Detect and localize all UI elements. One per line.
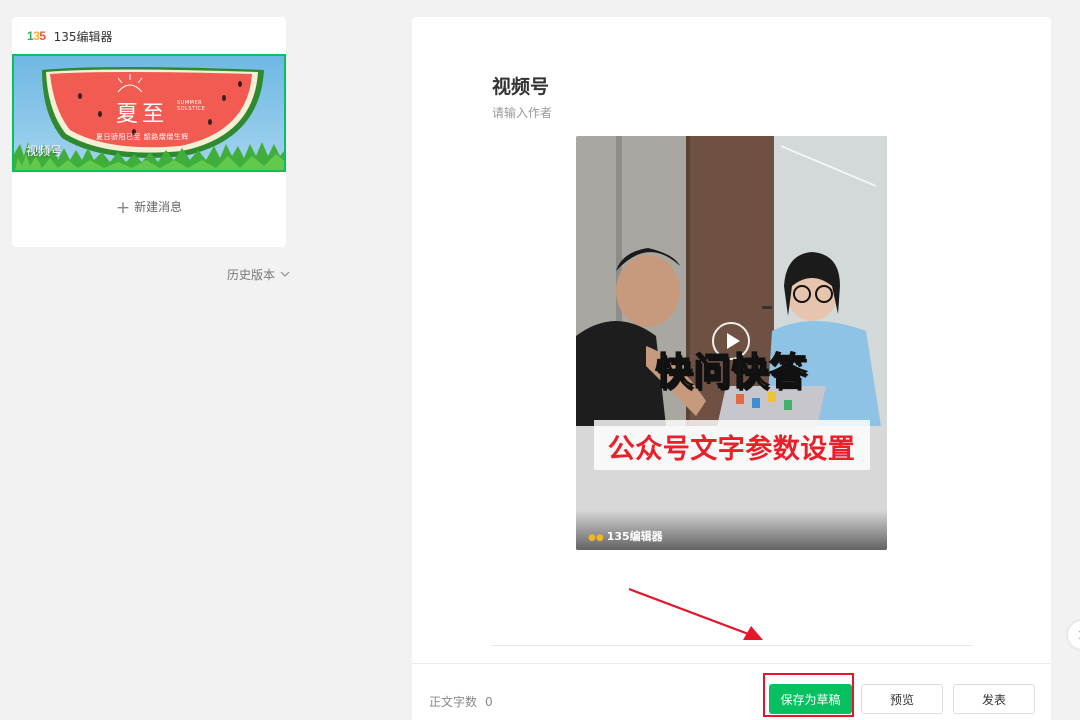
new-message-label: 新建消息 (134, 200, 183, 214)
word-count-value: 0 (485, 695, 493, 709)
history-version-dropdown[interactable]: 历史版本 (227, 266, 290, 283)
brand-logo: 135 (27, 29, 46, 43)
new-message-button[interactable]: + 新建消息 (12, 198, 286, 218)
cover-tagline: 夏日骄阳已至 韶路熠熠生辉 (96, 133, 189, 141)
cover-english-text: SUMMER SOLSTICE (177, 100, 206, 112)
video-embed-card[interactable]: 快问快答 公众号文字参数设置 ●● 135编辑器 (576, 136, 887, 550)
save-draft-button[interactable]: 保存为草稿 (769, 684, 852, 714)
brand-dots-icon: ●● (588, 533, 604, 543)
content-divider (492, 645, 972, 646)
editor-panel: 视频号 请输入作者 快问快答 公众号文字参数设置 ●● 135编辑器 (412, 17, 1051, 719)
author-input[interactable] (492, 106, 692, 120)
word-count: 正文字数 0 (429, 693, 493, 710)
article-cover-card[interactable]: 夏至 SUMMER SOLSTICE 夏日骄阳已至 韶路熠熠生辉 视频号 (12, 54, 286, 172)
preview-button[interactable]: 预览 (861, 684, 943, 714)
video-brand-label: 135编辑器 (606, 530, 663, 543)
brand-header: 135 135编辑器 (27, 28, 112, 44)
article-title[interactable]: 视频号 (492, 72, 549, 99)
side-panel-toggle[interactable] (1068, 621, 1080, 649)
editor-footer: 正文字数 0 保存为草稿 预览 发表 (412, 663, 1051, 720)
chevron-down-icon (280, 271, 290, 277)
publish-button[interactable]: 发表 (953, 684, 1035, 714)
brand-name: 135编辑器 (53, 29, 113, 44)
history-version-label: 历史版本 (227, 268, 276, 282)
chevron-right-icon (1078, 630, 1080, 640)
article-list-card: 135 135编辑器 夏至 SUMMER SOLSTICE 夏日骄阳已至 韶路熠… (12, 17, 286, 247)
video-brand-watermark: ●● 135编辑器 (588, 528, 663, 544)
word-count-label: 正文字数 (429, 695, 478, 709)
video-headline: 快问快答 (655, 349, 808, 394)
cover-article-title: 视频号 (26, 144, 63, 158)
plus-icon: + (115, 198, 131, 218)
cover-headline: 夏至 (116, 102, 169, 127)
video-subtitle: 公众号文字参数设置 (607, 434, 856, 465)
